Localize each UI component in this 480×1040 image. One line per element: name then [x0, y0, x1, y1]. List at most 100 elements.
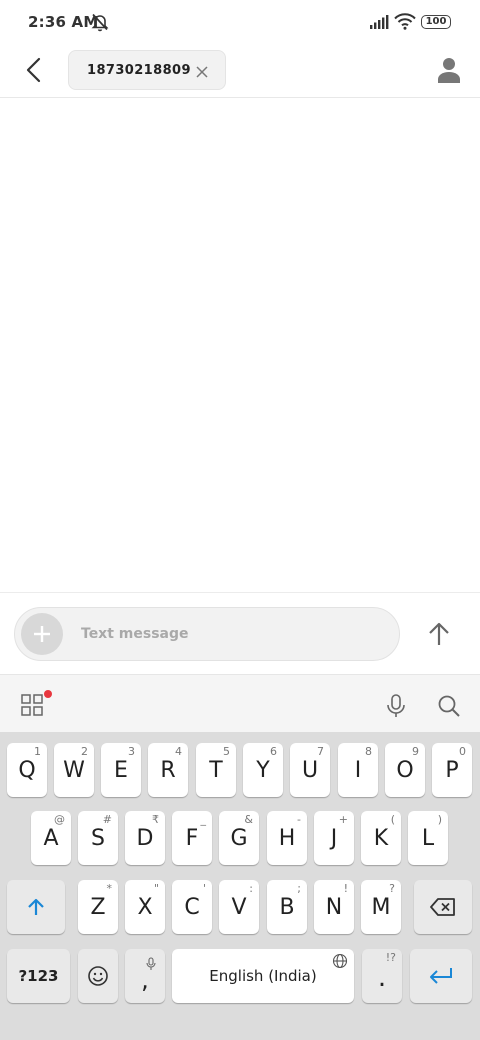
comma-key[interactable]: , — [125, 949, 165, 1003]
key-hint: 9 — [412, 745, 419, 758]
key-i[interactable]: I8 — [338, 743, 378, 797]
key-o[interactable]: O9 — [385, 743, 425, 797]
globe-icon — [332, 953, 348, 973]
status-bar: 2:36 AM 100 — [0, 0, 480, 44]
key-label: K — [373, 825, 389, 851]
key-hint: - — [297, 813, 301, 826]
key-label: M — [371, 894, 391, 920]
shift-arrow-icon — [28, 898, 44, 915]
key-label: F — [185, 825, 199, 851]
keyboard-toolbar — [0, 674, 480, 732]
key-label: O — [396, 757, 414, 783]
recipient-chip[interactable]: 18730218809 — [68, 50, 226, 90]
key-label: S — [91, 825, 105, 851]
arrow-up-icon[interactable] — [420, 615, 458, 653]
key-hint: # — [102, 813, 112, 826]
key-hint: 5 — [223, 745, 230, 758]
apps-grid-icon[interactable] — [20, 690, 52, 719]
key-b[interactable]: B; — [267, 880, 307, 934]
key-a[interactable]: A @ — [31, 811, 71, 865]
period-key[interactable]: . !? — [362, 949, 402, 1003]
key-hint: 0 — [459, 745, 466, 758]
muted-bell-icon — [90, 12, 110, 36]
symbols-label: ?123 — [18, 967, 59, 985]
space-key[interactable]: English (India) — [172, 949, 354, 1003]
key-y[interactable]: Y6 — [243, 743, 283, 797]
backspace-icon — [430, 898, 455, 916]
key-r[interactable]: R4 — [148, 743, 188, 797]
key-j[interactable]: J + — [314, 811, 354, 865]
recipient-number: 18730218809 — [87, 62, 191, 78]
key-t[interactable]: T5 — [196, 743, 236, 797]
key-hint: ₹ — [152, 813, 159, 826]
key-label: E — [114, 757, 128, 783]
key-label: N — [325, 894, 343, 920]
key-label: V — [231, 894, 247, 920]
wifi-icon — [394, 12, 416, 34]
key-label: L — [421, 825, 435, 851]
emoji-key[interactable] — [78, 949, 118, 1003]
key-v[interactable]: V: — [219, 880, 259, 934]
close-icon[interactable] — [195, 64, 209, 78]
key-hint: * — [106, 882, 113, 895]
key-label: D — [136, 825, 154, 851]
key-hint: + — [338, 813, 348, 826]
back-arrow-icon[interactable] — [18, 54, 50, 86]
emoji-icon — [88, 966, 108, 986]
shift-key[interactable] — [7, 880, 65, 934]
key-hint: 7 — [317, 745, 324, 758]
key-label: J — [330, 825, 338, 851]
key-hint: 4 — [175, 745, 182, 758]
key-label: G — [230, 825, 248, 851]
key-hint: ) — [437, 813, 442, 826]
key-x[interactable]: X " — [125, 880, 165, 934]
key-l[interactable]: L) — [408, 811, 448, 865]
key-e[interactable]: E3 — [101, 743, 141, 797]
key-z[interactable]: Z * — [78, 880, 118, 934]
key-hint: ? — [389, 882, 395, 895]
key-label: T — [209, 757, 223, 783]
space-label: English (India) — [209, 967, 317, 985]
enter-icon — [430, 968, 452, 984]
plus-icon[interactable] — [21, 613, 63, 655]
key-p[interactable]: P0 — [432, 743, 472, 797]
key-hint: 6 — [270, 745, 277, 758]
key-label: Y — [256, 757, 270, 783]
key-label: R — [160, 757, 176, 783]
key-h[interactable]: H- — [267, 811, 307, 865]
message-list[interactable] — [0, 98, 480, 592]
key-q[interactable]: Q1 — [7, 743, 47, 797]
key-k[interactable]: K( — [361, 811, 401, 865]
key-label: I — [354, 757, 362, 783]
key-g[interactable]: G & — [219, 811, 259, 865]
key-u[interactable]: U7 — [290, 743, 330, 797]
key-f[interactable]: F _ — [172, 811, 212, 865]
key-hint: ' — [202, 882, 206, 895]
key-label: Z — [90, 894, 106, 920]
key-label: A — [43, 825, 59, 851]
key-d[interactable]: D ₹ — [125, 811, 165, 865]
search-icon[interactable] — [436, 693, 462, 719]
microphone-icon[interactable] — [384, 693, 408, 719]
message-placeholder: Text message — [81, 626, 189, 642]
key-s[interactable]: S # — [78, 811, 118, 865]
status-time: 2:36 AM — [28, 13, 99, 31]
keyboard: Q1 W2 E3 R4 T5 Y6 U7 I8 O9 P0 A @ S # D ₹ F… — [0, 732, 480, 1040]
key-m[interactable]: M? — [361, 880, 401, 934]
message-input[interactable]: Text message — [14, 607, 400, 661]
key-hint: : — [249, 882, 253, 895]
key-label: H — [278, 825, 296, 851]
key-hint: _ — [200, 813, 207, 826]
key-w[interactable]: W2 — [54, 743, 94, 797]
enter-key[interactable] — [410, 949, 472, 1003]
key-label: C — [184, 894, 200, 920]
key-hint: " — [153, 882, 159, 895]
symbols-key[interactable]: ?123 — [7, 949, 70, 1003]
key-c[interactable]: C ' — [172, 880, 212, 934]
backspace-key[interactable] — [414, 880, 472, 934]
key-n[interactable]: N! — [314, 880, 354, 934]
person-icon[interactable] — [436, 56, 466, 86]
key-hint: ! — [343, 882, 348, 895]
key-hint: 2 — [81, 745, 88, 758]
notification-dot — [44, 690, 52, 698]
